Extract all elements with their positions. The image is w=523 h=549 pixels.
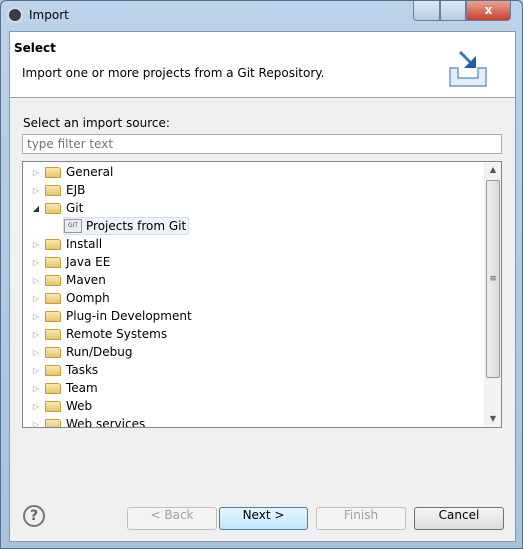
expand-arrow-icon[interactable]: ▷: [29, 240, 43, 249]
page-title: Select: [14, 41, 56, 55]
tree-item-label: Projects from Git: [86, 219, 187, 233]
tree-item-label: Plug-in Development: [66, 309, 192, 323]
tree-item[interactable]: ▷ Web services: [29, 415, 146, 428]
tree-item[interactable]: GIT Projects from Git: [63, 217, 190, 235]
tree-item[interactable]: ▷ Plug-in Development: [29, 307, 192, 325]
expand-arrow-icon[interactable]: ▷: [29, 348, 43, 357]
expand-arrow-icon[interactable]: ▷: [29, 258, 43, 267]
tree-item[interactable]: ▷ Remote Systems: [29, 325, 167, 343]
tree-item-label: Oomph: [66, 291, 110, 305]
folder-icon: [45, 202, 61, 214]
import-dialog: Import x Select Import one or more proje…: [0, 0, 523, 549]
expand-arrow-icon[interactable]: ▷: [29, 384, 43, 393]
tree-item-label: Team: [66, 381, 98, 395]
expand-arrow-icon[interactable]: ▷: [29, 402, 43, 411]
tree-item-label: Remote Systems: [66, 327, 168, 341]
expand-arrow-icon[interactable]: ▷: [29, 366, 43, 375]
tree-item[interactable]: ▷ Java EE: [29, 253, 110, 271]
folder-icon: [45, 364, 61, 376]
tree-item-label: Web: [66, 399, 93, 413]
folder-icon: [45, 184, 61, 196]
tree-item-label: Web services: [66, 417, 146, 428]
folder-icon: [45, 310, 61, 322]
window-title: Import: [29, 8, 69, 22]
import-source-label: Select an import source:: [23, 116, 170, 130]
tree-item[interactable]: ▷ Team: [29, 379, 98, 397]
import-icon: [449, 50, 487, 87]
tree-item-label: Run/Debug: [66, 345, 133, 359]
close-button[interactable]: x: [466, 1, 511, 21]
folder-icon: [45, 274, 61, 286]
folder-icon: [45, 292, 61, 304]
scroll-up-icon[interactable]: ▲: [485, 162, 501, 178]
dialog-client: Select Import one or more projects from …: [9, 31, 516, 542]
tree-item[interactable]: ▷ Oomph: [29, 289, 110, 307]
filter-input[interactable]: [22, 134, 502, 154]
expand-arrow-icon[interactable]: ▷: [29, 294, 43, 303]
git-icon: GIT: [64, 219, 82, 233]
tree-item-label: General: [66, 165, 114, 179]
help-button[interactable]: ?: [23, 505, 45, 527]
tree-item-label: EJB: [66, 183, 86, 197]
tree-item-label: Maven: [66, 273, 106, 287]
expand-arrow-icon[interactable]: ▷: [29, 276, 43, 285]
expand-arrow-icon[interactable]: ▷: [29, 168, 43, 177]
folder-icon: [45, 418, 61, 427]
eclipse-icon: [7, 7, 23, 23]
expand-arrow-icon[interactable]: ▷: [29, 312, 43, 321]
tree-item-label: Tasks: [66, 363, 99, 377]
finish-button[interactable]: Finish: [316, 507, 406, 530]
tree-item-label: Install: [66, 237, 103, 251]
tree-item[interactable]: ◢ Git: [29, 199, 83, 217]
tree-item[interactable]: ▷ EJB: [29, 181, 85, 199]
expand-arrow-icon[interactable]: ▷: [29, 186, 43, 195]
back-button[interactable]: < Back: [127, 507, 217, 530]
collapse-arrow-icon[interactable]: ◢: [29, 204, 43, 213]
tree-item[interactable]: ▷ Run/Debug: [29, 343, 133, 361]
folder-icon: [45, 166, 61, 178]
scroll-down-icon[interactable]: ▼: [485, 411, 501, 427]
folder-icon: [45, 328, 61, 340]
tree-item-label: Java EE: [66, 255, 111, 269]
tree-item[interactable]: ▷ Maven: [29, 271, 106, 289]
page-description: Import one or more projects from a Git R…: [22, 66, 325, 80]
scrollbar-thumb[interactable]: ≡: [486, 180, 500, 378]
folder-icon: [45, 238, 61, 250]
tree-item-label: Git: [66, 201, 84, 215]
next-button[interactable]: Next >: [219, 507, 308, 530]
maximize-button[interactable]: [440, 1, 466, 21]
expand-arrow-icon[interactable]: ▷: [29, 420, 43, 428]
import-source-tree[interactable]: ▲ ≡ ▼ ▷ General ▷ EJB ◢ Git GIT Projects from G…: [22, 161, 502, 428]
vertical-scrollbar[interactable]: ▲ ≡ ▼: [484, 162, 501, 427]
tree-item[interactable]: ▷ General: [29, 163, 113, 181]
expand-arrow-icon[interactable]: ▷: [29, 330, 43, 339]
folder-icon: [45, 382, 61, 394]
cancel-button[interactable]: Cancel: [414, 507, 504, 530]
tree-item[interactable]: ▷ Tasks: [29, 361, 98, 379]
folder-icon: [45, 346, 61, 358]
folder-icon: [45, 256, 61, 268]
tree-item[interactable]: ▷ Web: [29, 397, 92, 415]
folder-icon: [45, 400, 61, 412]
minimize-button[interactable]: [413, 1, 440, 21]
tree-item[interactable]: ▷ Install: [29, 235, 102, 253]
wizard-header: Select Import one or more projects from …: [10, 32, 515, 98]
